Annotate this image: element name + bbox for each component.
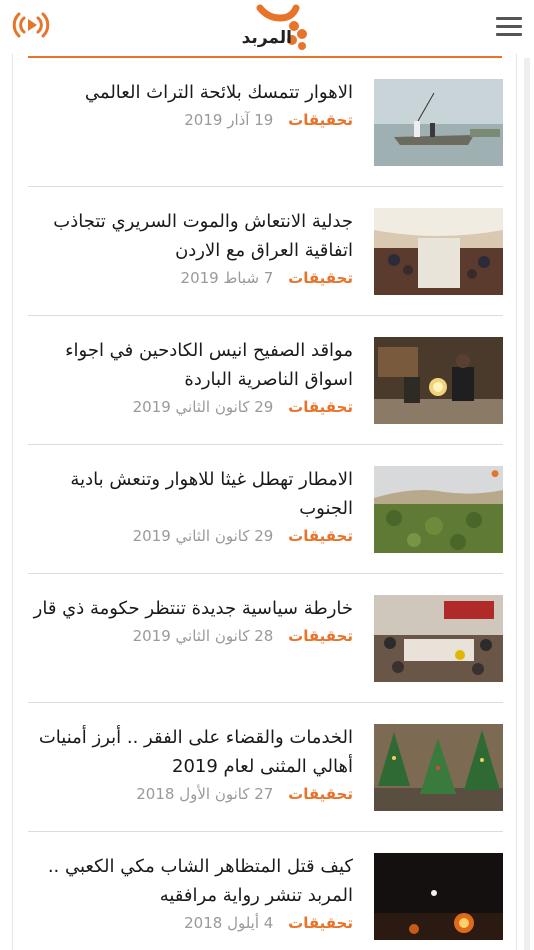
article-date: 4 أيلول 2018 xyxy=(184,914,274,932)
article-title[interactable]: كيف قتل المتظاهر الشاب مكي الكعبي .. الم… xyxy=(28,852,353,910)
christmas-trees-photo[interactable] xyxy=(374,724,503,811)
article-meta: تحقيقات 29 كانون الثاني 2019 xyxy=(28,526,353,546)
article-text: الامطار تهطل غيثا للاهوار وتنعش بادية ال… xyxy=(28,465,353,546)
article-date: 19 آذار 2019 xyxy=(184,111,274,129)
article-category[interactable]: تحقيقات xyxy=(288,785,353,803)
article-item[interactable]: ● الامطار تهطل غيثا للاهوار وتنعش بادية … xyxy=(28,445,503,574)
article-text: كيف قتل المتظاهر الشاب مكي الكعبي .. الم… xyxy=(28,852,353,933)
article-text: جدلية الانتعاش والموت السريري تتجاذب اتف… xyxy=(28,207,353,288)
article-date: 29 كانون الثاني 2019 xyxy=(132,527,274,545)
article-item[interactable]: خارطة سياسية جديدة تنتظر حكومة ذي قار تح… xyxy=(28,574,503,703)
article-title[interactable]: الخدمات والقضاء على الفقر .. أبرز أمنيات… xyxy=(28,723,353,781)
article-item[interactable]: الاهوار تتمسك بلائحة التراث العالمي تحقي… xyxy=(28,58,503,187)
article-title[interactable]: مواقد الصفيح انيس الكادحين في اجواء اسوا… xyxy=(28,336,353,394)
article-meta: تحقيقات 7 شباط 2019 xyxy=(28,268,353,288)
article-text: الخدمات والقضاء على الفقر .. أبرز أمنيات… xyxy=(28,723,353,804)
marsh-boat-photo[interactable] xyxy=(374,79,503,166)
article-item[interactable]: الخدمات والقضاء على الفقر .. أبرز أمنيات… xyxy=(28,703,503,832)
app-logo[interactable]: المربد xyxy=(241,4,316,52)
conference-dinner-photo[interactable] xyxy=(374,208,503,295)
article-title[interactable]: جدلية الانتعاش والموت السريري تتجاذب اتف… xyxy=(28,207,353,265)
article-text: الاهوار تتمسك بلائحة التراث العالمي تحقي… xyxy=(28,78,353,130)
article-date: 27 كانون الأول 2018 xyxy=(136,785,274,803)
logo-text: المربد xyxy=(241,28,292,48)
hamburger-menu-icon[interactable] xyxy=(496,17,522,37)
article-meta: تحقيقات 4 أيلول 2018 xyxy=(28,913,353,933)
article-category[interactable]: تحقيقات xyxy=(288,111,353,129)
article-title[interactable]: الاهوار تتمسك بلائحة التراث العالمي xyxy=(28,78,353,107)
article-category[interactable]: تحقيقات xyxy=(288,627,353,645)
night-protest-fire-photo[interactable] xyxy=(374,853,503,940)
app-header: المربد xyxy=(0,0,534,56)
article-meta: تحقيقات 28 كانون الثاني 2019 xyxy=(28,626,353,646)
article-text: مواقد الصفيح انيس الكادحين في اجواء اسوا… xyxy=(28,336,353,417)
article-date: 7 شباط 2019 xyxy=(180,269,274,287)
article-category[interactable]: تحقيقات xyxy=(288,398,353,416)
article-item[interactable]: مواقد الصفيح انيس الكادحين في اجواء اسوا… xyxy=(28,316,503,445)
watermark-logo-icon: ● xyxy=(491,469,499,479)
scrollbar[interactable] xyxy=(524,58,530,950)
article-date: 28 كانون الثاني 2019 xyxy=(132,627,274,645)
article-category[interactable]: تحقيقات xyxy=(288,269,353,287)
radio-broadcast-icon[interactable] xyxy=(10,8,52,42)
article-meta: تحقيقات 19 آذار 2019 xyxy=(28,110,353,130)
article-date: 29 كانون الثاني 2019 xyxy=(132,398,274,416)
article-item[interactable]: كيف قتل المتظاهر الشاب مكي الكعبي .. الم… xyxy=(28,832,503,950)
article-title[interactable]: خارطة سياسية جديدة تنتظر حكومة ذي قار xyxy=(28,594,353,623)
desert-green-photo[interactable]: ● xyxy=(374,466,503,553)
article-item[interactable]: جدلية الانتعاش والموت السريري تتجاذب اتف… xyxy=(28,187,503,316)
market-fire-photo[interactable] xyxy=(374,337,503,424)
article-category[interactable]: تحقيقات xyxy=(288,527,353,545)
article-meta: تحقيقات 29 كانون الثاني 2019 xyxy=(28,397,353,417)
article-title[interactable]: الامطار تهطل غيثا للاهوار وتنعش بادية ال… xyxy=(28,465,353,523)
article-meta: تحقيقات 27 كانون الأول 2018 xyxy=(28,784,353,804)
meeting-hall-photo[interactable] xyxy=(374,595,503,682)
article-text: خارطة سياسية جديدة تنتظر حكومة ذي قار تح… xyxy=(28,594,353,646)
article-category[interactable]: تحقيقات xyxy=(288,914,353,932)
